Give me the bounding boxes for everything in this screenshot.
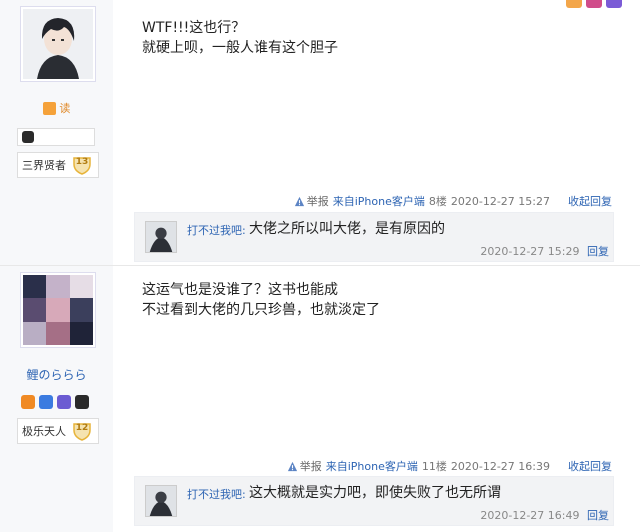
user-badge-row: 读	[0, 100, 113, 116]
sub-avatar[interactable]	[145, 485, 177, 517]
badge-icon	[39, 395, 53, 409]
sub-reply-user[interactable]: 打不过我吧:	[187, 222, 246, 238]
client-link[interactable]: 来自iPhone客户端	[326, 458, 418, 474]
post-timestamp: 2020-12-27 15:27	[450, 194, 550, 208]
badge-icon	[75, 395, 89, 409]
client-link[interactable]: 来自iPhone客户端	[333, 193, 425, 209]
content-line: 不过看到大佬的几只珍兽，也就淡定了	[142, 302, 380, 318]
content-line: 就硬上呗，一般人谁有这个胆子	[142, 40, 338, 56]
level-number: 12	[75, 423, 89, 433]
post-floor-8: 读 三界贤者 13 WTF!!!这也行？ 就硬上呗，一般人谁有这个胆子 举报 来…	[0, 0, 640, 265]
avatar-image	[23, 9, 93, 79]
medal-icon	[22, 131, 34, 143]
level-shield-icon: 13	[72, 155, 94, 175]
floor-number: 8楼	[428, 195, 447, 208]
level-shield-icon: 12	[72, 421, 94, 441]
sub-avatar[interactable]	[145, 221, 177, 253]
post-meta: 举报 来自iPhone客户端 11楼 2020-12-27 16:39 收起回复	[287, 458, 612, 474]
sub-reply-meta: 2020-12-27 15:29 回复	[480, 243, 609, 259]
level-box[interactable]: 三界贤者 13	[17, 152, 99, 178]
report-link[interactable]: 举报	[287, 458, 322, 474]
post-floor-11: 鲤のららら 极乐天人 12 这运气也是没谁了？这书也能成 不过看到大佬的几只珍兽…	[0, 266, 640, 532]
post-meta: 举报 来自iPhone客户端 8楼 2020-12-27 15:27 收起回复	[294, 193, 612, 209]
sub-reply-user[interactable]: 打不过我吧:	[187, 486, 246, 502]
report-label: 举报	[299, 460, 322, 473]
badge-label: 读	[59, 102, 71, 115]
avatar[interactable]	[20, 272, 96, 348]
avatar[interactable]	[20, 6, 96, 82]
level-title: 极乐天人	[22, 425, 66, 438]
warning-icon	[294, 196, 304, 206]
level-box[interactable]: 极乐天人 12	[17, 418, 99, 444]
sub-reply: 打不过我吧: 大佬之所以叫大佬，是有原因的 2020-12-27 15:29 回…	[134, 212, 614, 262]
sub-reply-text: 大佬之所以叫大佬，是有原因的	[249, 221, 445, 237]
post-content: WTF!!!这也行？ 就硬上呗，一般人谁有这个胆子	[142, 18, 338, 58]
reading-icon	[42, 101, 56, 115]
avatar-image	[23, 275, 93, 345]
sub-reply: 打不过我吧: 这大概就是实力吧，即使失败了也无所谓 2020-12-27 16:…	[134, 476, 614, 526]
badge-icon	[21, 395, 35, 409]
sub-reply-button[interactable]: 回复	[587, 509, 609, 522]
post-timestamp: 2020-12-27 16:39	[450, 459, 550, 473]
sub-reply-text: 这大概就是实力吧，即使失败了也无所谓	[249, 485, 501, 501]
content-line: WTF!!!这也行？	[142, 20, 246, 36]
sub-reply-meta: 2020-12-27 16:49 回复	[480, 507, 609, 523]
medal-box	[17, 128, 95, 146]
sub-reply-button[interactable]: 回复	[587, 245, 609, 258]
post-content: 这运气也是没谁了？这书也能成 不过看到大佬的几只珍兽，也就淡定了	[142, 280, 380, 320]
sub-reply-timestamp: 2020-12-27 15:29	[480, 245, 580, 258]
warning-icon	[287, 461, 297, 471]
content-line: 这运气也是没谁了？这书也能成	[142, 282, 338, 298]
user-badges	[21, 392, 89, 412]
badge-icon	[57, 395, 71, 409]
collapse-reply-button[interactable]: 收起回复	[568, 458, 612, 474]
collapse-reply-button[interactable]: 收起回复	[568, 193, 612, 209]
username[interactable]: 鲤のららら	[0, 366, 113, 383]
level-title: 三界贤者	[22, 159, 66, 172]
floor-number: 11楼	[421, 460, 447, 473]
report-link[interactable]: 举报	[294, 193, 329, 209]
report-label: 举报	[306, 195, 329, 208]
sub-reply-timestamp: 2020-12-27 16:49	[480, 509, 580, 522]
level-number: 13	[75, 157, 89, 167]
